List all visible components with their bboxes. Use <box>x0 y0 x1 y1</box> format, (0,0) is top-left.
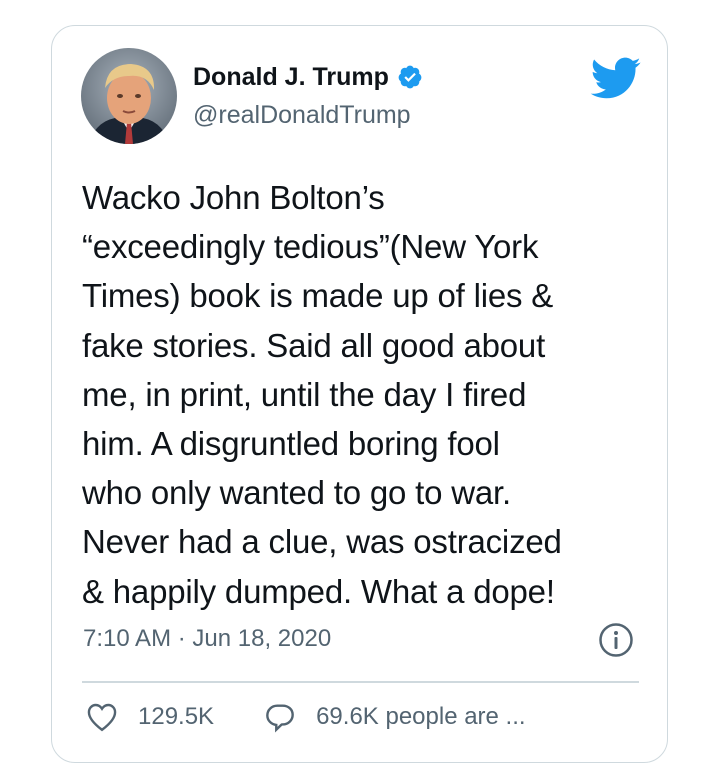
tweet-card[interactable]: Donald J. Trump @realDonaldTrump Wacko J… <box>51 25 668 763</box>
reply-count-label: 69.6K people are ... <box>316 703 526 730</box>
avatar[interactable] <box>81 48 177 144</box>
reply-bubble-icon <box>266 704 294 733</box>
verified-badge-icon <box>398 65 422 89</box>
heart-icon <box>87 703 117 732</box>
reply-button[interactable]: 69.6K people are ... <box>264 701 526 733</box>
tweet-text: Wacko John Bolton’s “exceedingly tedious… <box>82 179 562 610</box>
divider <box>82 681 639 683</box>
like-button[interactable]: 129.5K <box>86 701 214 733</box>
tweet-timestamp[interactable]: 7:10 AM · Jun 18, 2020 <box>83 624 331 654</box>
info-icon[interactable] <box>598 622 634 658</box>
author-handle[interactable]: @realDonaldTrump <box>193 100 411 130</box>
tweet-actions: 129.5K 69.6K people are ... <box>86 701 526 733</box>
twitter-bird-icon[interactable] <box>588 56 642 100</box>
like-count: 129.5K <box>138 703 215 730</box>
author-display-name[interactable]: Donald J. Trump <box>193 62 389 92</box>
author-name-row[interactable]: Donald J. Trump <box>193 62 423 92</box>
